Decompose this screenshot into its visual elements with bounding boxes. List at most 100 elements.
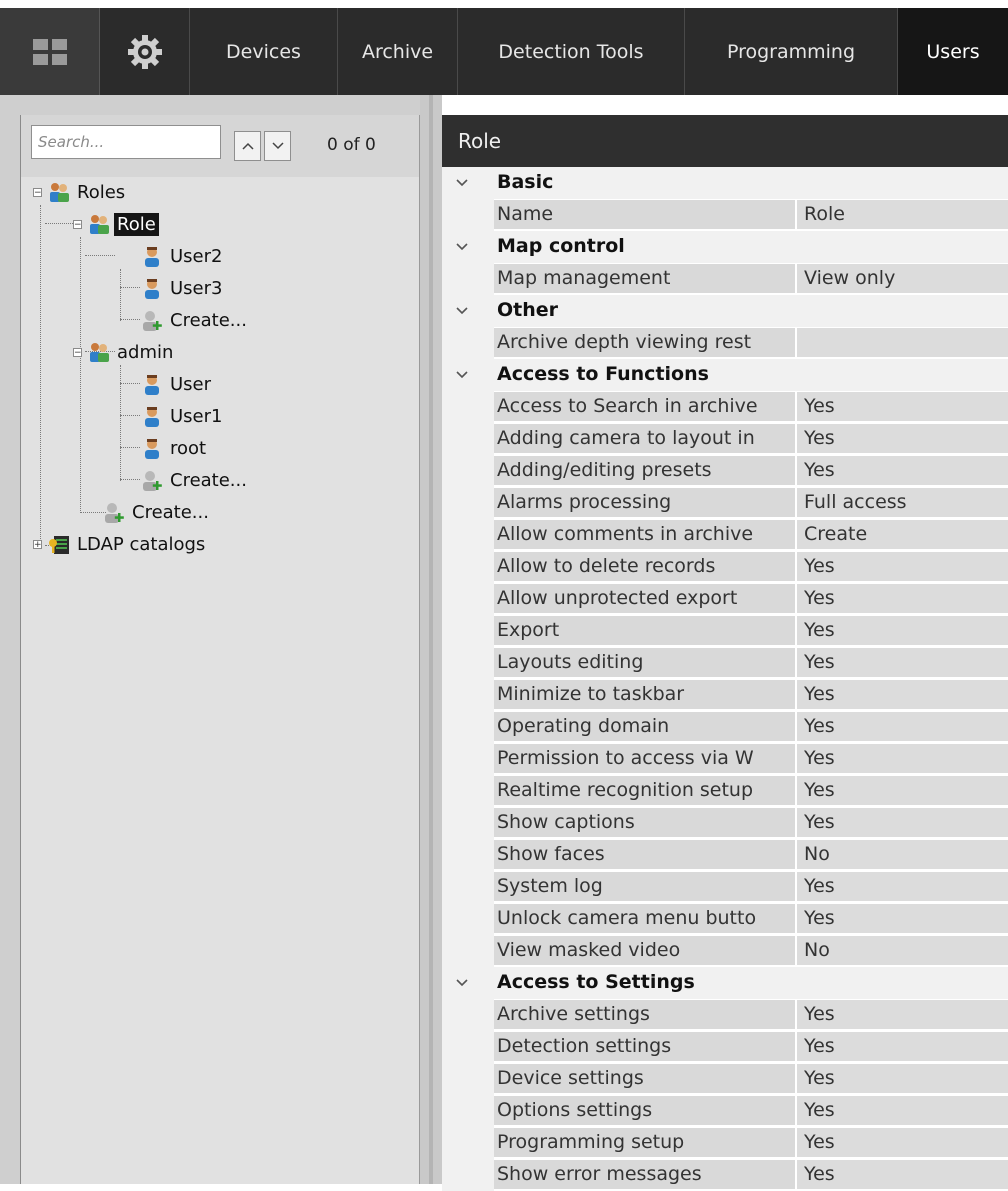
- property-row[interactable]: Show captions Yes: [442, 807, 1008, 839]
- chevron-up-icon: [241, 142, 254, 150]
- property-row[interactable]: Archive settings Yes: [442, 999, 1008, 1031]
- property-row[interactable]: Detection settings Yes: [442, 1031, 1008, 1063]
- search-input[interactable]: [31, 125, 221, 159]
- tab-archive[interactable]: Archive: [338, 8, 458, 95]
- tree-node-user1[interactable]: User1: [141, 401, 225, 431]
- property-row[interactable]: Permission to access via W Yes: [442, 743, 1008, 775]
- row-gutter: [442, 327, 494, 359]
- row-gutter: [442, 1063, 494, 1095]
- property-value[interactable]: Yes: [797, 904, 1008, 933]
- property-value[interactable]: Create: [797, 520, 1008, 549]
- property-category[interactable]: Map control: [442, 231, 1008, 263]
- property-row[interactable]: Operating domain Yes: [442, 711, 1008, 743]
- property-value[interactable]: Yes: [797, 424, 1008, 453]
- tree-node-create-user-admin[interactable]: Create...: [141, 465, 250, 495]
- property-value[interactable]: Yes: [797, 1000, 1008, 1029]
- property-row[interactable]: Unlock camera menu butto Yes: [442, 903, 1008, 935]
- property-row[interactable]: Adding/editing presets Yes: [442, 455, 1008, 487]
- property-value[interactable]: Yes: [797, 776, 1008, 805]
- chevron-down-icon[interactable]: [456, 365, 468, 384]
- collapse-toggle[interactable]: −: [73, 219, 82, 229]
- property-value[interactable]: Yes: [797, 808, 1008, 837]
- property-value[interactable]: Yes: [797, 616, 1008, 645]
- property-category[interactable]: Access to Settings: [442, 967, 1008, 999]
- property-row[interactable]: Realtime recognition setup Yes: [442, 775, 1008, 807]
- tree-node-ldap-catalogs[interactable]: + LDAP catalogs: [33, 529, 208, 559]
- chevron-down-icon[interactable]: [456, 973, 468, 992]
- search-next-button[interactable]: [264, 131, 291, 161]
- property-row[interactable]: Allow unprotected export Yes: [442, 583, 1008, 615]
- property-row[interactable]: Show error messages Yes: [442, 1159, 1008, 1191]
- property-value[interactable]: Yes: [797, 1096, 1008, 1125]
- property-value[interactable]: Yes: [797, 1128, 1008, 1157]
- tab-programming[interactable]: Programming: [685, 8, 898, 95]
- property-row[interactable]: Allow to delete records Yes: [442, 551, 1008, 583]
- tab-detection-tools[interactable]: Detection Tools: [458, 8, 685, 95]
- chevron-down-icon[interactable]: [456, 173, 468, 192]
- tree-node-admin[interactable]: − admin: [73, 337, 176, 367]
- tree-node-roles[interactable]: − Roles: [33, 177, 128, 207]
- property-value[interactable]: Yes: [797, 872, 1008, 901]
- tree-node-role[interactable]: − Role: [73, 209, 159, 239]
- row-gutter: [442, 487, 494, 519]
- tree-node-create-role[interactable]: Create...: [103, 497, 212, 527]
- property-value[interactable]: No: [797, 936, 1008, 965]
- property-category[interactable]: Access to Functions: [442, 359, 1008, 391]
- properties-title: Role: [442, 115, 1008, 167]
- property-row[interactable]: Minimize to taskbar Yes: [442, 679, 1008, 711]
- property-value[interactable]: No: [797, 840, 1008, 869]
- property-value[interactable]: Yes: [797, 584, 1008, 613]
- property-row[interactable]: Map management View only: [442, 263, 1008, 295]
- tab-users[interactable]: Users: [898, 8, 1008, 95]
- property-category[interactable]: Basic: [442, 167, 1008, 199]
- collapse-toggle[interactable]: −: [73, 347, 82, 357]
- property-row[interactable]: Access to Search in archive Yes: [442, 391, 1008, 423]
- property-row[interactable]: Options settings Yes: [442, 1095, 1008, 1127]
- property-row[interactable]: Layouts editing Yes: [442, 647, 1008, 679]
- property-row[interactable]: Show faces No: [442, 839, 1008, 871]
- property-row[interactable]: Device settings Yes: [442, 1063, 1008, 1095]
- chevron-down-icon[interactable]: [456, 237, 468, 256]
- tab-devices[interactable]: Devices: [190, 8, 338, 95]
- property-value[interactable]: Role: [797, 200, 1008, 229]
- property-row[interactable]: Export Yes: [442, 615, 1008, 647]
- property-row[interactable]: Archive depth viewing rest: [442, 327, 1008, 359]
- tree-node-root[interactable]: root: [141, 433, 209, 463]
- tree-node-user3[interactable]: User3: [141, 273, 225, 303]
- property-value[interactable]: Yes: [797, 1064, 1008, 1093]
- chevron-down-icon[interactable]: [456, 301, 468, 320]
- tree-node-user2[interactable]: User2: [141, 241, 225, 271]
- settings-button[interactable]: [100, 8, 190, 95]
- tree-node-user[interactable]: User: [141, 369, 214, 399]
- property-value[interactable]: Yes: [797, 1160, 1008, 1189]
- panel-splitter[interactable]: [420, 95, 442, 1184]
- layouts-menu-button[interactable]: [0, 8, 100, 95]
- property-row[interactable]: View masked video No: [442, 935, 1008, 967]
- property-category[interactable]: Other: [442, 295, 1008, 327]
- tree-node-create-user-role[interactable]: Create...: [141, 305, 250, 335]
- property-name: Permission to access via W: [494, 744, 795, 773]
- property-row[interactable]: Programming setup Yes: [442, 1127, 1008, 1159]
- expand-toggle[interactable]: +: [33, 539, 42, 549]
- property-value[interactable]: Yes: [797, 744, 1008, 773]
- property-value[interactable]: Yes: [797, 1032, 1008, 1061]
- property-name: Detection settings: [494, 1032, 795, 1061]
- property-value[interactable]: Yes: [797, 552, 1008, 581]
- property-row[interactable]: Allow comments in archive Create: [442, 519, 1008, 551]
- property-row[interactable]: Alarms processing Full access: [442, 487, 1008, 519]
- role-group-icon: [90, 343, 109, 362]
- property-value[interactable]: Yes: [797, 648, 1008, 677]
- row-gutter: [442, 551, 494, 583]
- search-previous-button[interactable]: [234, 131, 261, 161]
- property-row[interactable]: Name Role: [442, 199, 1008, 231]
- property-value[interactable]: Yes: [797, 680, 1008, 709]
- property-value[interactable]: [797, 328, 1008, 357]
- property-value[interactable]: Yes: [797, 456, 1008, 485]
- collapse-toggle[interactable]: −: [33, 187, 42, 197]
- property-row[interactable]: System log Yes: [442, 871, 1008, 903]
- property-value[interactable]: Yes: [797, 392, 1008, 421]
- property-value[interactable]: View only: [797, 264, 1008, 293]
- property-row[interactable]: Adding camera to layout in Yes: [442, 423, 1008, 455]
- property-value[interactable]: Yes: [797, 712, 1008, 741]
- property-value[interactable]: Full access: [797, 488, 1008, 517]
